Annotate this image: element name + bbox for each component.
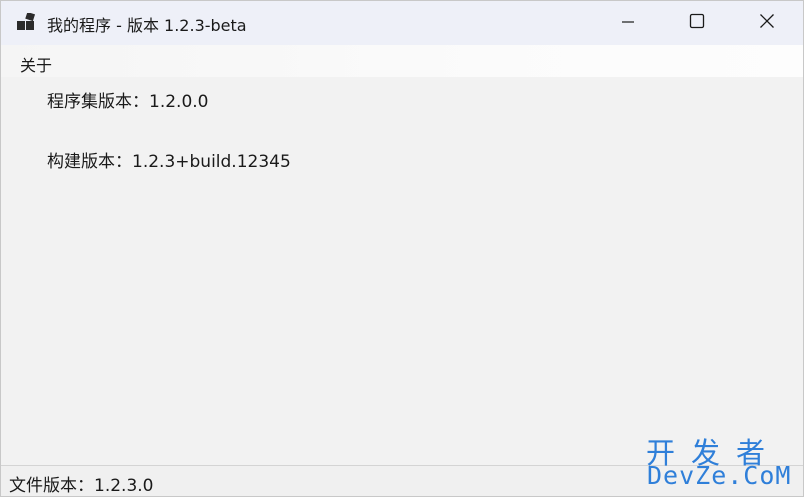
watermark-text-en: DevZe.CoM xyxy=(647,461,792,490)
watermark: 开发者 DevZe.CoM xyxy=(646,430,796,492)
title-bar[interactable]: 我的程序 - 版本 1.2.3-beta xyxy=(1,1,803,45)
menu-bar: 关于 xyxy=(1,45,803,77)
file-version-status: 文件版本：1.2.3.0 xyxy=(9,476,154,496)
assembly-version-label: 程序集版本：1.2.0.0 xyxy=(47,92,209,112)
close-icon xyxy=(759,13,775,33)
close-button[interactable] xyxy=(744,1,790,45)
minimize-button[interactable] xyxy=(605,1,651,45)
build-version-label: 构建版本：1.2.3+build.12345 xyxy=(47,152,291,172)
maximize-button[interactable] xyxy=(674,1,720,45)
app-window: 我的程序 - 版本 1.2.3-beta 关于 程序集版本：1.2.0.0 构建… xyxy=(0,0,804,497)
window-title: 我的程序 - 版本 1.2.3-beta xyxy=(47,16,247,35)
maximize-icon xyxy=(689,13,705,33)
app-window-icon xyxy=(17,11,37,31)
minimize-icon xyxy=(621,14,635,33)
menu-item-about[interactable]: 关于 xyxy=(11,50,61,78)
